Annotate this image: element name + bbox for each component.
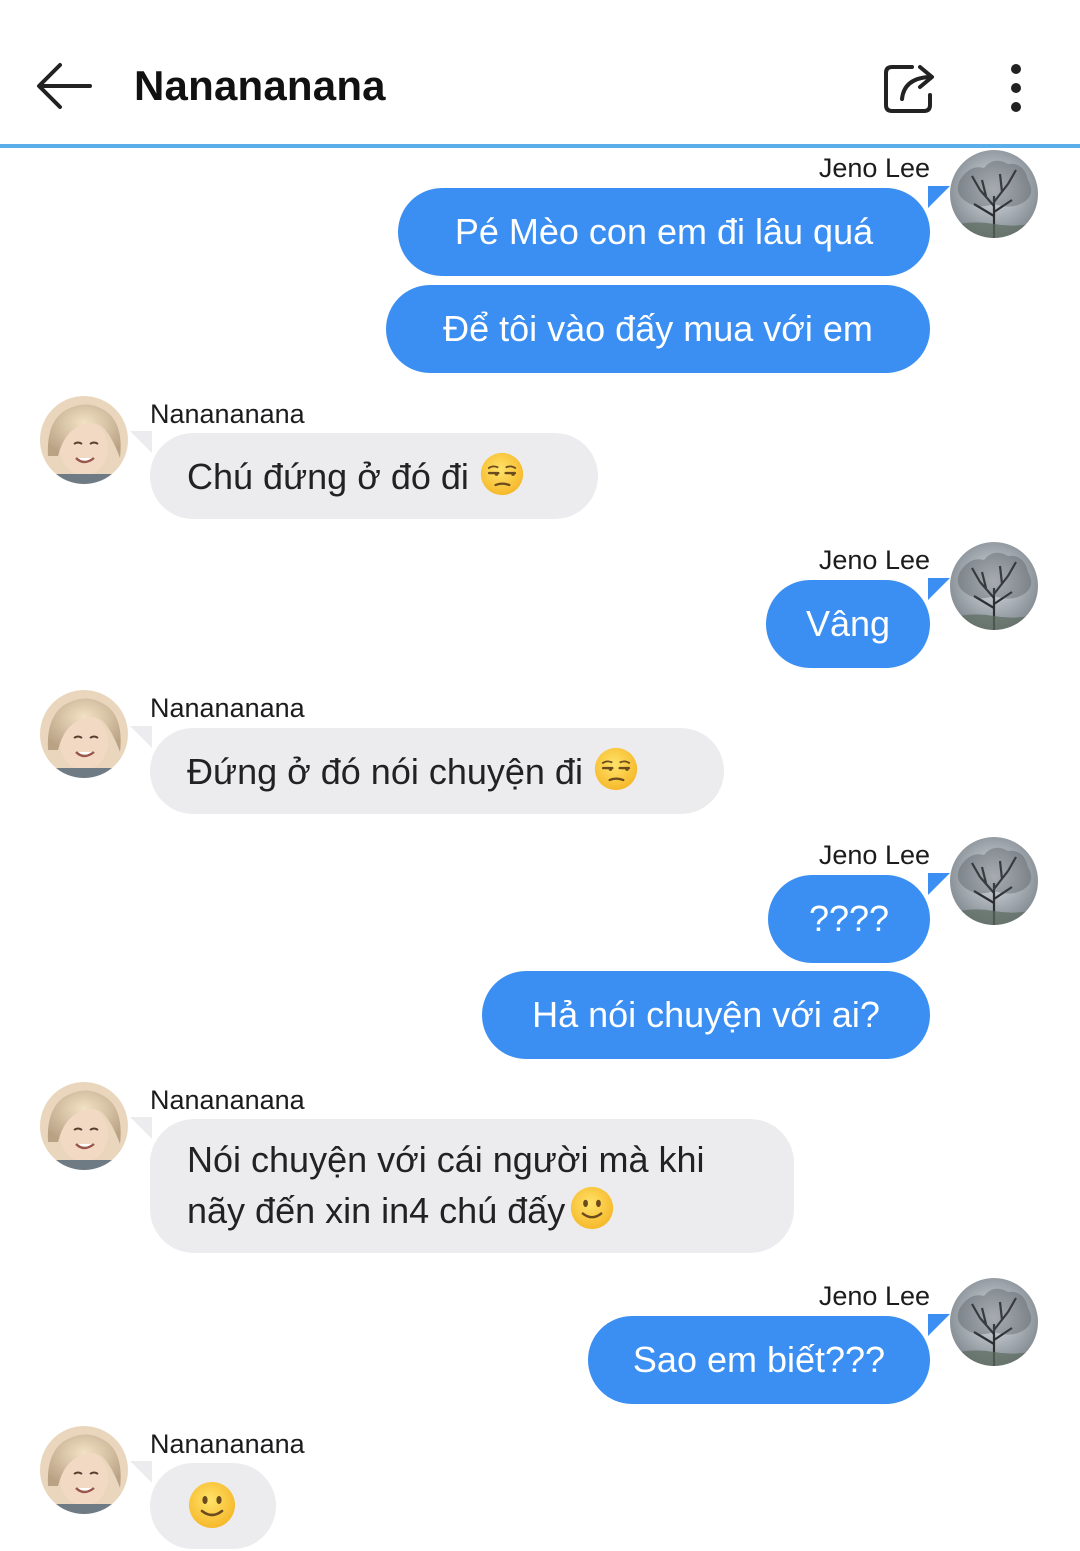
- message-text: Chú đứng ở đó đi: [187, 456, 469, 497]
- share-icon: [884, 65, 934, 113]
- message-bubble[interactable]: Nói chuyện với cái người mà khi nãy đến …: [150, 1119, 794, 1253]
- bubble-tail: [130, 726, 152, 748]
- bubble-tail: [928, 186, 950, 208]
- avatar[interactable]: [950, 837, 1038, 925]
- bubble-tail: [130, 1461, 152, 1483]
- message-text: Hả nói chuyện với ai?: [532, 994, 880, 1035]
- message-bubble[interactable]: [150, 1463, 276, 1549]
- sender-name: Jeno Lee: [818, 545, 930, 575]
- bubble-tail: [130, 431, 152, 453]
- message-bubble[interactable]: Chú đứng ở đó đi: [150, 433, 598, 519]
- header-divider: [0, 144, 1080, 148]
- sender-name: Nanananana: [150, 693, 305, 723]
- message-bubble[interactable]: Hả nói chuyện với ai?: [482, 971, 930, 1059]
- message-text: Pé Mèo con em đi lâu quá: [454, 211, 874, 252]
- avatar[interactable]: [950, 1278, 1038, 1366]
- message-text: Vâng: [805, 603, 891, 644]
- avatar[interactable]: [40, 690, 128, 778]
- message-bubble[interactable]: Sao em biết???: [588, 1316, 930, 1404]
- avatar[interactable]: [40, 1426, 128, 1514]
- message-text: Đứng ở đó nói chuyện đi: [187, 751, 583, 792]
- message-text: Để tôi vào đấy mua với em: [443, 308, 873, 349]
- sender-name: Jeno Lee: [818, 840, 930, 870]
- bubble-tail: [130, 1117, 152, 1139]
- avatar[interactable]: [950, 150, 1038, 238]
- back-button[interactable]: [32, 56, 96, 116]
- slightly-smiling-face-icon: [187, 1480, 237, 1530]
- chat-screen: Nanananana Jeno Lee Pé Mèo con em đi lâu…: [0, 0, 1080, 1551]
- avatar[interactable]: [40, 396, 128, 484]
- sender-name: Jeno Lee: [818, 1281, 930, 1311]
- share-button[interactable]: [876, 56, 944, 120]
- message-bubble[interactable]: ????: [768, 875, 930, 963]
- sender-name: Nanananana: [150, 1429, 305, 1459]
- message-text: Sao em biết???: [632, 1339, 886, 1380]
- chat-header: Nanananana: [0, 0, 1080, 148]
- unamused-face-icon: [479, 451, 525, 497]
- avatar[interactable]: [950, 542, 1038, 630]
- message-text: Nói chuyện với cái người mà khi nãy đến …: [187, 1139, 705, 1231]
- message-bubble[interactable]: Đứng ở đó nói chuyện đi: [150, 728, 724, 814]
- sender-name: Jeno Lee: [818, 153, 930, 183]
- message-bubble[interactable]: Pé Mèo con em đi lâu quá: [398, 188, 930, 276]
- avatar[interactable]: [40, 1082, 128, 1170]
- bubble-tail: [928, 578, 950, 600]
- message-bubble[interactable]: Để tôi vào đấy mua với em: [386, 285, 930, 373]
- more-options-button[interactable]: [992, 56, 1040, 120]
- more-vertical-icon: [1011, 64, 1021, 112]
- unamused-face-icon: [593, 746, 639, 792]
- chat-title: Nanananana: [134, 62, 386, 109]
- slightly-smiling-face-icon: [569, 1185, 615, 1231]
- sender-name: Nanananana: [150, 399, 305, 429]
- sender-name: Nanananana: [150, 1085, 305, 1115]
- message-text: ????: [808, 898, 890, 939]
- message-bubble[interactable]: Vâng: [766, 580, 930, 668]
- back-arrow-icon: [37, 63, 92, 109]
- bubble-tail: [928, 1314, 950, 1336]
- bubble-tail: [928, 873, 950, 895]
